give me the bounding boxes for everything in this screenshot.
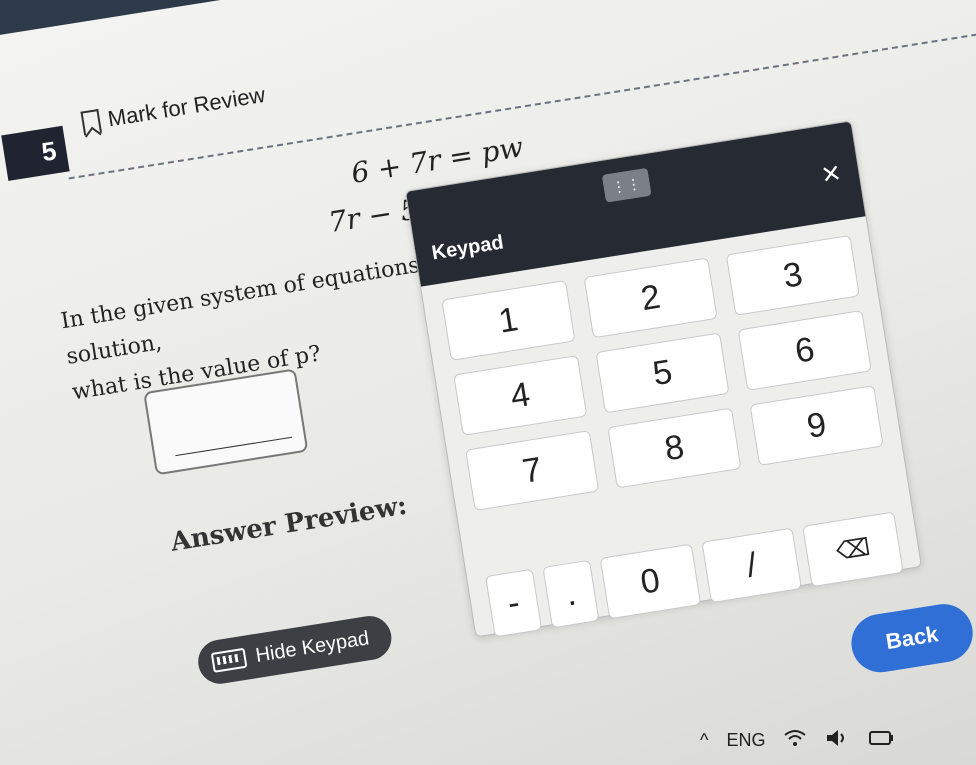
- bookmark-icon: [80, 108, 103, 136]
- wifi-icon[interactable]: [783, 729, 807, 752]
- key-minus[interactable]: -: [485, 568, 543, 638]
- key-4[interactable]: 4: [453, 355, 588, 436]
- key-2[interactable]: 2: [583, 257, 718, 339]
- key-7[interactable]: 7: [465, 430, 600, 512]
- keypad-title: Keypad: [430, 231, 506, 265]
- scene: 5 Mark for Review 6 + 7r = pw 7r − 5w = …: [0, 0, 976, 756]
- key-0[interactable]: 0: [599, 543, 701, 620]
- hide-keypad-button[interactable]: Hide Keypad: [195, 612, 395, 687]
- mark-for-review-button[interactable]: Mark for Review: [80, 82, 267, 137]
- keypad-panel: ⋮⋮ Keypad × 1 2 3 4 5 6 7 8 9 - . 0 / ⌫: [404, 120, 923, 638]
- close-icon[interactable]: ×: [819, 154, 843, 193]
- language-indicator[interactable]: ENG: [726, 730, 765, 751]
- taskbar-tray: ^ ENG: [700, 705, 976, 765]
- bottom-keys: - . 0 / ⌫: [485, 511, 904, 638]
- mark-for-review-label: Mark for Review: [106, 81, 267, 132]
- question-number: 5: [1, 125, 70, 181]
- backspace-icon[interactable]: ⌫: [802, 511, 904, 588]
- number-keys: 1 2 3 4 5 6 7 8 9: [441, 234, 884, 512]
- key-9[interactable]: 9: [749, 385, 884, 466]
- keyboard-icon: [210, 647, 248, 673]
- key-6[interactable]: 6: [737, 309, 872, 391]
- key-8[interactable]: 8: [607, 407, 742, 489]
- drag-handle-icon[interactable]: ⋮⋮: [601, 167, 652, 203]
- back-button[interactable]: Back: [847, 599, 976, 677]
- hide-keypad-label: Hide Keypad: [253, 626, 371, 667]
- tray-chevron-icon[interactable]: ^: [700, 730, 708, 751]
- battery-icon[interactable]: [869, 730, 895, 751]
- key-decimal[interactable]: .: [542, 559, 600, 629]
- key-5[interactable]: 5: [595, 332, 730, 414]
- screen: 5 Mark for Review 6 + 7r = pw 7r − 5w = …: [0, 0, 976, 765]
- key-3[interactable]: 3: [725, 234, 860, 316]
- answer-preview-label: Answer Preview:: [168, 490, 410, 558]
- volume-icon[interactable]: [825, 729, 851, 752]
- key-fraction[interactable]: /: [701, 527, 803, 604]
- key-1[interactable]: 1: [441, 279, 576, 361]
